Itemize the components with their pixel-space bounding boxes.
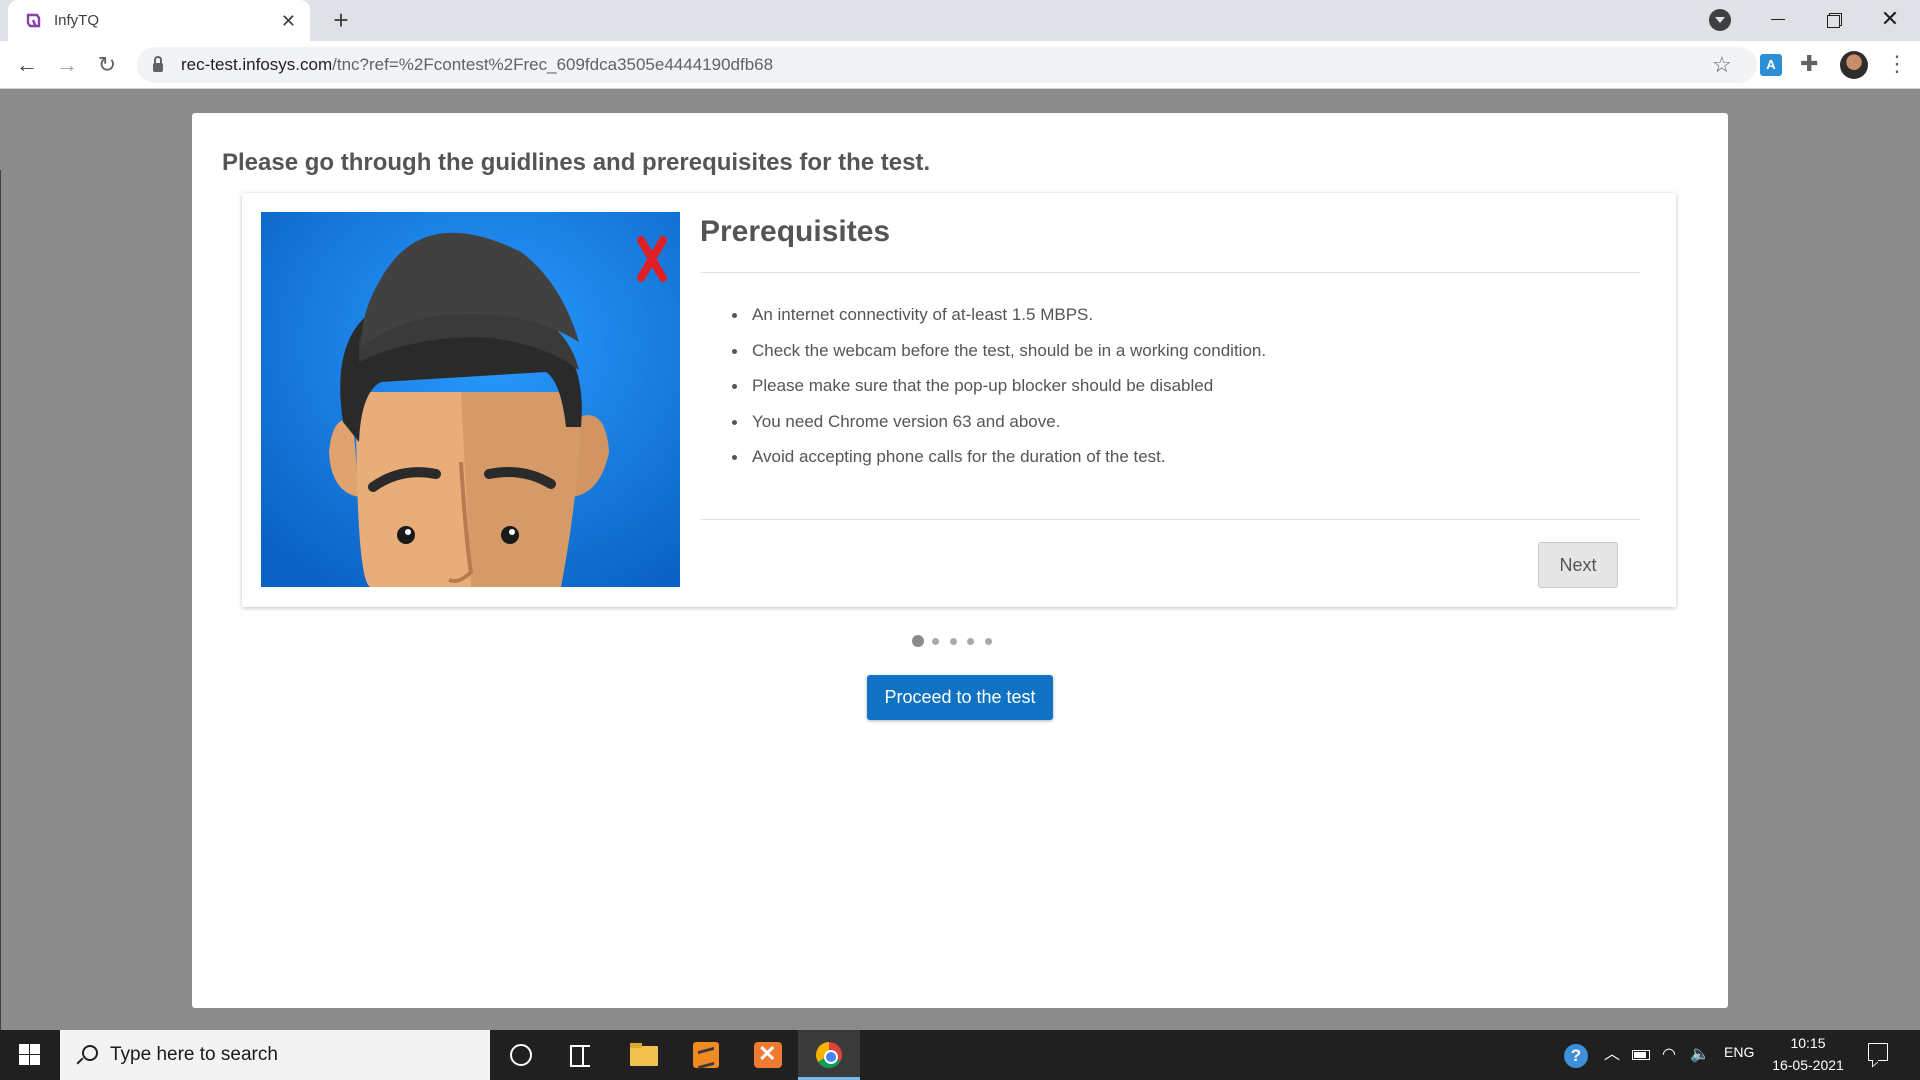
address-bar[interactable]: rec-test.infosys.com/tnc?ref=%2Fcontest%…	[137, 47, 1757, 83]
carousel-dot-3[interactable]	[949, 637, 957, 645]
search-placeholder: Type here to search	[110, 1044, 278, 1065]
page-heading: Please go through the guidlines and prer…	[222, 149, 931, 176]
url-path: /tnc?ref=%2Fcontest%2Frec_609fdca3505e44…	[332, 55, 774, 74]
cortana-icon[interactable]	[490, 1030, 552, 1080]
taskbar-search-input[interactable]: Type here to search	[60, 1030, 490, 1080]
windows-taskbar: Type here to search ? ︿ ◠ 🔈	[0, 1030, 1920, 1080]
carousel-dot-4[interactable]	[967, 637, 974, 645]
show-hidden-icons-icon[interactable]: ︿	[1604, 1044, 1620, 1066]
card-title: Prerequisites	[700, 215, 891, 248]
battery-icon[interactable]	[1632, 1050, 1650, 1060]
bookmark-star-icon[interactable]: ☆	[1712, 53, 1732, 77]
card-divider-top	[700, 272, 1640, 273]
browser-tab[interactable]: InfyTQ ✕	[8, 0, 310, 41]
window-restore-button[interactable]	[1814, 4, 1854, 34]
language-indicator[interactable]: ENG	[1724, 1044, 1754, 1060]
back-arrow-icon[interactable]: ←	[12, 50, 42, 80]
window-close-button[interactable]: ✕	[1870, 4, 1910, 34]
webcam-face-illustration	[261, 212, 680, 587]
carousel-dot-1[interactable]	[912, 635, 924, 647]
wifi-icon[interactable]: ◠	[1662, 1044, 1676, 1066]
volume-icon[interactable]: 🔈	[1690, 1044, 1710, 1066]
search-icon	[76, 1044, 98, 1066]
clock-date[interactable]: 16-05-2021	[1770, 1057, 1846, 1073]
browser-menu-icon[interactable]: ⋮	[1886, 52, 1908, 76]
new-tab-button[interactable]: +	[326, 6, 356, 36]
reload-icon[interactable]: ↻	[92, 50, 122, 80]
tab-title: InfyTQ	[54, 12, 100, 29]
card-divider-bottom	[700, 519, 1640, 520]
extension-icon[interactable]: A	[1760, 54, 1782, 76]
profile-avatar[interactable]	[1840, 51, 1868, 79]
proceed-to-test-button[interactable]: Proceed to the test	[867, 675, 1053, 720]
xampp-icon[interactable]	[736, 1030, 798, 1080]
next-button[interactable]: Next	[1538, 542, 1618, 588]
lock-icon[interactable]	[153, 55, 163, 72]
carousel-indicators	[912, 634, 1002, 648]
prerequisites-list: An internet connectivity of at-least 1.5…	[732, 305, 1632, 483]
file-explorer-icon[interactable]	[612, 1030, 674, 1080]
list-item: You need Chrome version 63 and above.	[732, 412, 1632, 448]
carousel-dot-2[interactable]	[932, 637, 939, 645]
browser-tab-strip: InfyTQ ✕ + ✕	[0, 0, 1920, 41]
clock-time[interactable]: 10:15	[1770, 1035, 1846, 1051]
task-view-icon[interactable]	[550, 1030, 612, 1080]
notification-center-icon[interactable]	[1868, 1043, 1888, 1061]
sublime-text-icon[interactable]	[674, 1030, 736, 1080]
carousel-dot-5[interactable]	[984, 637, 992, 645]
tab-search-icon[interactable]	[1709, 9, 1731, 31]
list-item: Please make sure that the pop-up blocker…	[732, 376, 1632, 412]
windows-start-icon[interactable]	[0, 1030, 60, 1080]
list-item: An internet connectivity of at-least 1.5…	[732, 305, 1632, 341]
list-item: Avoid accepting phone calls for the dura…	[732, 447, 1632, 483]
window-minimize-button[interactable]	[1758, 4, 1798, 34]
forward-arrow-icon[interactable]: →	[52, 50, 82, 80]
chrome-taskbar-icon[interactable]	[798, 1030, 860, 1080]
help-tray-icon[interactable]: ?	[1564, 1044, 1588, 1068]
guidelines-modal: Please go through the guidlines and prer…	[192, 113, 1728, 1008]
extensions-puzzle-icon[interactable]: ✚	[1800, 52, 1818, 76]
browser-toolbar: ← → ↻ rec-test.infosys.com/tnc?ref=%2Fco…	[0, 41, 1920, 89]
prerequisites-card: Prerequisites An internet connectivity o…	[242, 193, 1676, 607]
url-host: rec-test.infosys.com	[181, 55, 333, 74]
infytq-favicon-icon	[26, 13, 41, 27]
tab-close-icon[interactable]: ✕	[281, 12, 296, 30]
list-item: Check the webcam before the test, should…	[732, 341, 1632, 377]
